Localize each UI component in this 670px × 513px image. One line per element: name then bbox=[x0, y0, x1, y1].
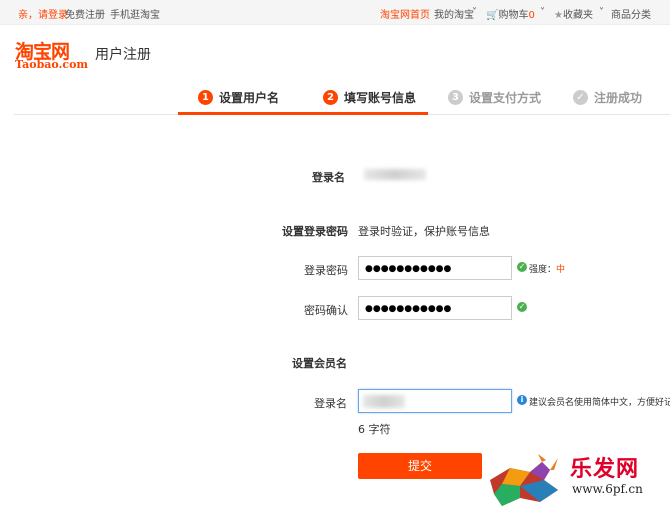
check-circle-icon: ✓ bbox=[517, 262, 527, 272]
member-name-label: 登录名 bbox=[314, 397, 347, 410]
step-label: 填写账号信息 bbox=[344, 91, 417, 105]
member-section-title: 设置会员名 bbox=[292, 357, 347, 370]
mobile-taobao-link[interactable]: 手机逛淘宝 bbox=[110, 6, 160, 21]
cart-icon: 🛒 bbox=[486, 10, 499, 21]
password-input[interactable]: ●●●●●●●●●●● bbox=[358, 256, 512, 280]
login-name-label: 登录名 bbox=[312, 171, 345, 184]
chevron-down-icon: ˅ bbox=[472, 7, 477, 18]
step-number: 3 bbox=[448, 90, 463, 105]
check-circle-icon: ✓ bbox=[517, 302, 527, 312]
login-link[interactable]: 亲，请登录 bbox=[18, 6, 68, 21]
cart-link[interactable]: 🛒购物车0 bbox=[486, 6, 535, 21]
password-label: 登录密码 bbox=[304, 264, 348, 277]
chevron-down-icon: ˅ bbox=[599, 7, 604, 18]
logo-text-en: Taobao.com bbox=[15, 58, 89, 71]
favorites-link[interactable]: ★收藏夹 bbox=[554, 6, 593, 21]
star-icon: ★ bbox=[554, 10, 563, 21]
chevron-down-icon: ˅ bbox=[540, 7, 545, 18]
submit-button[interactable]: 提交 bbox=[358, 453, 482, 479]
step-number: 2 bbox=[323, 90, 338, 105]
strength-value: 中 bbox=[556, 265, 566, 275]
bull-logo bbox=[490, 454, 558, 506]
member-name-value-blurred bbox=[363, 395, 405, 408]
member-name-hint: 建议会员名使用简体中文，方便好记 bbox=[529, 398, 670, 408]
member-name-char-count: 6 字符 bbox=[358, 423, 391, 436]
member-name-input[interactable] bbox=[358, 389, 512, 413]
check-icon: ✓ bbox=[573, 90, 588, 105]
confirm-password-value: ●●●●●●●●●●● bbox=[365, 304, 452, 314]
cart-label: 购物车 bbox=[498, 10, 529, 21]
categories-link[interactable]: 商品分类 bbox=[611, 6, 651, 21]
top-bar: 亲，请登录 免费注册 手机逛淘宝 淘宝网首页 我的淘宝 ˅ 🛒购物车0 ˅ ★收… bbox=[0, 0, 670, 25]
password-section-title: 设置登录密码 bbox=[282, 225, 348, 238]
password-section-hint: 登录时验证，保护账号信息 bbox=[358, 225, 490, 238]
page-title: 用户注册 bbox=[95, 47, 151, 63]
watermark-text: 乐发网 bbox=[570, 456, 640, 482]
step-number: 1 bbox=[198, 90, 213, 105]
taobao-logo[interactable]: 淘宝网 Taobao.com bbox=[15, 37, 89, 71]
taobao-home-link[interactable]: 淘宝网首页 bbox=[380, 6, 430, 21]
step-label: 注册成功 bbox=[594, 91, 643, 105]
favorites-label: 收藏夹 bbox=[562, 10, 593, 21]
login-name-value-blurred bbox=[364, 169, 426, 180]
confirm-password-label: 密码确认 bbox=[304, 304, 348, 317]
password-value: ●●●●●●●●●●● bbox=[365, 264, 452, 274]
cart-count: 0 bbox=[528, 10, 535, 21]
step-label: 设置用户名 bbox=[219, 91, 280, 105]
my-taobao-link[interactable]: 我的淘宝 bbox=[434, 6, 474, 21]
active-step-underline bbox=[178, 112, 428, 115]
register-link[interactable]: 免费注册 bbox=[65, 6, 105, 21]
strength-label: 强度： bbox=[529, 265, 557, 275]
watermark-url: www.6pf.cn bbox=[572, 482, 643, 496]
step-label: 设置支付方式 bbox=[469, 91, 542, 105]
info-icon: i bbox=[517, 395, 527, 405]
confirm-password-input[interactable]: ●●●●●●●●●●● bbox=[358, 296, 512, 320]
password-strength: 强度：中 bbox=[529, 262, 565, 275]
